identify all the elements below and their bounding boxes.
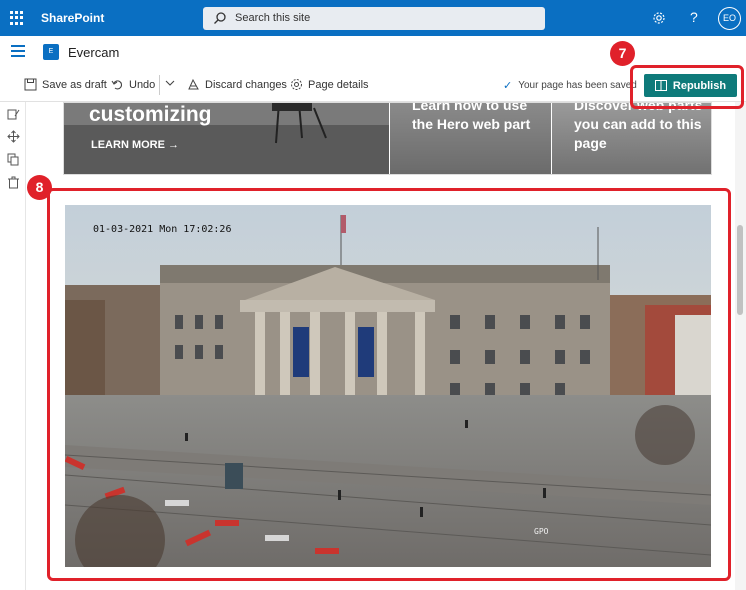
- save-status-text: Your page has been saved: [518, 80, 637, 91]
- discard-changes-button[interactable]: Discard changes: [187, 78, 287, 91]
- edit-toolbar-rail: [0, 102, 26, 590]
- duplicate-icon[interactable]: [7, 153, 20, 166]
- discard-changes-label: Discard changes: [205, 78, 287, 91]
- scrollbar-thumb[interactable]: [737, 225, 743, 315]
- delete-icon[interactable]: [7, 176, 20, 189]
- suite-bar: SharePoint Search this site ? EO: [0, 0, 746, 36]
- search-icon: [214, 12, 226, 24]
- discard-icon: [188, 78, 199, 90]
- hero-tile-3-title: Discover web parts you can add to this p…: [574, 103, 703, 151]
- annotation-box-8: [47, 188, 731, 581]
- save-as-draft-button[interactable]: Save as draft: [24, 78, 107, 91]
- move-icon[interactable]: [7, 130, 20, 143]
- hero-tile-2-title: Learn how to use the Hero web part: [412, 103, 531, 132]
- hero-tile-1-title: customizing: [89, 103, 212, 126]
- undo-icon: [111, 80, 122, 90]
- avatar[interactable]: EO: [718, 7, 741, 30]
- site-name[interactable]: Evercam: [68, 45, 119, 60]
- save-as-draft-label: Save as draft: [42, 78, 107, 91]
- gear-icon: [291, 79, 302, 90]
- undo-button[interactable]: Undo: [111, 78, 155, 91]
- save-icon: [24, 78, 37, 91]
- site-logo[interactable]: E: [43, 44, 59, 60]
- page-details-button[interactable]: Page details: [290, 78, 369, 91]
- page-details-label: Page details: [308, 78, 369, 91]
- save-status: ✓ Your page has been saved: [503, 79, 637, 92]
- hero-tile-3[interactable]: Discover web parts you can add to this p…: [552, 103, 711, 174]
- app-launcher-icon[interactable]: [10, 11, 24, 25]
- search-box[interactable]: Search this site: [203, 7, 545, 30]
- learn-more-link[interactable]: LEARN MORE →: [91, 139, 179, 151]
- hamburger-menu-icon[interactable]: [11, 45, 25, 57]
- hero-tile-2[interactable]: Learn how to use the Hero web part: [390, 103, 551, 174]
- hero-tile-1[interactable]: customizing LEARN MORE →: [64, 103, 389, 174]
- scrollbar[interactable]: [735, 102, 746, 590]
- hero-web-part[interactable]: customizing LEARN MORE → Learn how to us…: [63, 102, 712, 175]
- gear-icon[interactable]: [652, 11, 666, 25]
- checkmark-icon: ✓: [503, 80, 513, 92]
- edit-properties-icon[interactable]: [7, 108, 20, 121]
- undo-label: Undo: [129, 78, 156, 91]
- help-icon[interactable]: ?: [690, 9, 698, 25]
- annotation-badge-8: 8: [27, 175, 52, 200]
- undo-dropdown-chevron-icon[interactable]: [165, 80, 175, 87]
- annotation-box-7: [630, 65, 744, 109]
- annotation-badge-7: 7: [610, 41, 635, 66]
- app-name[interactable]: SharePoint: [41, 11, 104, 25]
- search-placeholder: Search this site: [235, 12, 311, 24]
- toolbar-divider: [159, 75, 160, 95]
